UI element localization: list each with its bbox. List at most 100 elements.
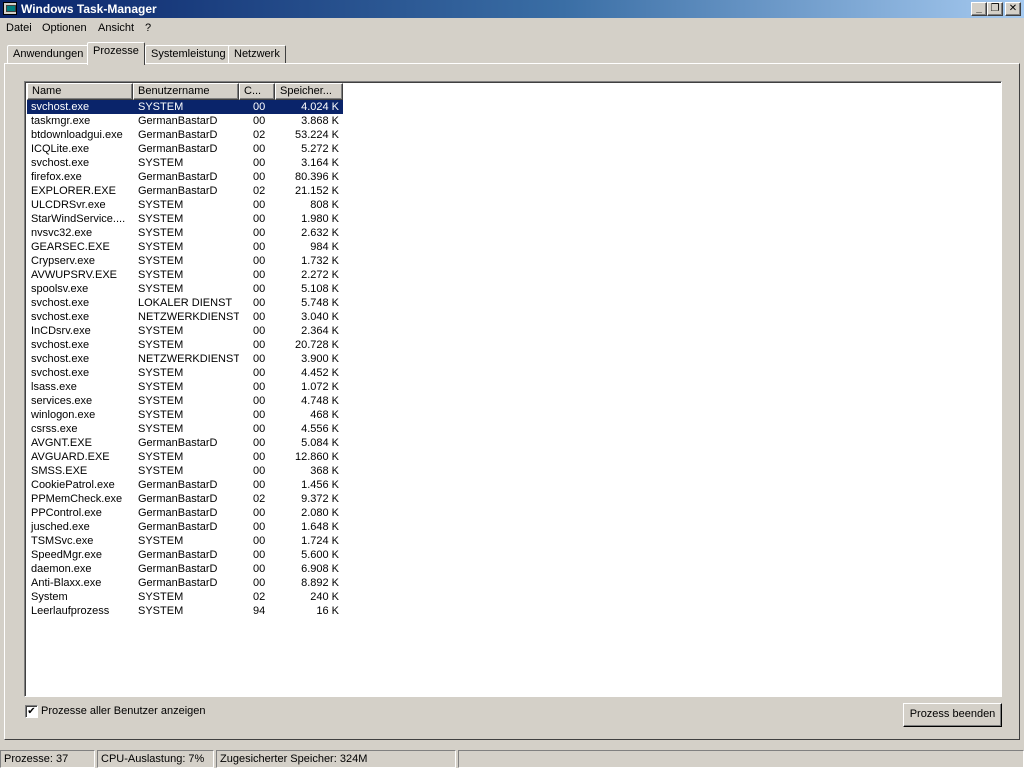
- process-rows: svchost.exe SYSTEM 00 4.024 Ktaskmgr.exe Ger…: [27, 100, 1001, 618]
- process-cpu: 00: [253, 479, 266, 491]
- maximize-button[interactable]: ❐: [987, 2, 1003, 16]
- process-row[interactable]: svchost.exe SYSTEM 00 20.728 K: [27, 338, 1001, 352]
- process-row[interactable]: ULCDRSvr.exe SYSTEM 00 808 K: [27, 198, 1001, 212]
- column-header-cpu[interactable]: C...: [239, 83, 275, 100]
- process-row[interactable]: AVGNT.EXE GermanBastarD 00 5.084 K: [27, 436, 1001, 450]
- process-row[interactable]: nvsvc32.exe SYSTEM 00 2.632 K: [27, 226, 1001, 240]
- process-row[interactable]: firefox.exe GermanBastarD 00 80.396 K: [27, 170, 1001, 184]
- process-cpu: 00: [253, 171, 266, 183]
- process-row[interactable]: AVWUPSRV.EXE SYSTEM 00 2.272 K: [27, 268, 1001, 282]
- process-name: StarWindService....: [31, 213, 126, 225]
- process-row[interactable]: System SYSTEM 02 240 K: [27, 590, 1001, 604]
- show-all-users-checkbox[interactable]: ✔: [25, 705, 38, 718]
- process-row[interactable]: CookiePatrol.exe GermanBastarD 00 1.456 K: [27, 478, 1001, 492]
- process-row[interactable]: svchost.exe NETZWERKDIENST 00 3.040 K: [27, 310, 1001, 324]
- process-cpu: 00: [253, 269, 266, 281]
- process-row[interactable]: btdownloadgui.exe GermanBastarD 02 53.224 K: [27, 128, 1001, 142]
- process-memory: 3.868 K: [301, 115, 339, 127]
- process-row[interactable]: svchost.exe SYSTEM 00 4.024 K: [27, 100, 1001, 114]
- process-row[interactable]: svchost.exe LOKALER DIENST 00 5.748 K: [27, 296, 1001, 310]
- status-process-count: Prozesse: 37: [0, 750, 95, 768]
- process-row[interactable]: ICQLite.exe GermanBastarD 00 5.272 K: [27, 142, 1001, 156]
- process-row[interactable]: SMSS.EXE SYSTEM 00 368 K: [27, 464, 1001, 478]
- process-user: GermanBastarD: [138, 549, 218, 561]
- process-memory: 3.040 K: [301, 311, 339, 323]
- process-cpu: 00: [253, 563, 266, 575]
- end-process-button[interactable]: Prozess beenden: [903, 703, 1002, 727]
- menu-datei[interactable]: Datei: [6, 22, 32, 34]
- tab-netzwerk[interactable]: Netzwerk: [228, 45, 286, 64]
- process-row[interactable]: Crypserv.exe SYSTEM 00 1.732 K: [27, 254, 1001, 268]
- process-cpu: 02: [253, 493, 266, 505]
- process-row[interactable]: csrss.exe SYSTEM 00 4.556 K: [27, 422, 1001, 436]
- process-row[interactable]: svchost.exe NETZWERKDIENST 00 3.900 K: [27, 352, 1001, 366]
- process-memory: 984 K: [310, 241, 339, 253]
- tab-prozesse[interactable]: Prozesse: [87, 42, 145, 65]
- process-name: Anti-Blaxx.exe: [31, 577, 102, 589]
- column-header-user[interactable]: Benutzername: [133, 83, 239, 100]
- process-name: AVGUARD.EXE: [31, 451, 110, 463]
- process-cpu: 00: [253, 297, 266, 309]
- process-cpu: 00: [253, 199, 266, 211]
- process-name: csrss.exe: [31, 423, 78, 435]
- process-user: SYSTEM: [138, 423, 184, 435]
- tab-anwendungen[interactable]: Anwendungen: [7, 45, 90, 64]
- process-row[interactable]: jusched.exe GermanBastarD 00 1.648 K: [27, 520, 1001, 534]
- process-row[interactable]: services.exe SYSTEM 00 4.748 K: [27, 394, 1001, 408]
- process-row[interactable]: lsass.exe SYSTEM 00 1.072 K: [27, 380, 1001, 394]
- process-user: SYSTEM: [138, 199, 184, 211]
- column-header-name[interactable]: Name: [27, 83, 133, 100]
- title-bar[interactable]: Windows Task-Manager _ ❐ ✕: [0, 0, 1024, 18]
- process-row[interactable]: winlogon.exe SYSTEM 00 468 K: [27, 408, 1001, 422]
- status-empty-pane: [458, 750, 1024, 768]
- process-user: SYSTEM: [138, 591, 184, 603]
- process-user: GermanBastarD: [138, 129, 218, 141]
- process-cpu: 02: [253, 129, 266, 141]
- minimize-button[interactable]: _: [971, 2, 987, 16]
- process-row[interactable]: Anti-Blaxx.exe GermanBastarD 00 8.892 K: [27, 576, 1001, 590]
- process-memory: 5.272 K: [301, 143, 339, 155]
- process-row[interactable]: StarWindService.... SYSTEM 00 1.980 K: [27, 212, 1001, 226]
- status-commit-memory: Zugesicherter Speicher: 324M: [216, 750, 456, 768]
- process-user: GermanBastarD: [138, 563, 218, 575]
- process-user: SYSTEM: [138, 269, 184, 281]
- process-memory: 5.600 K: [301, 549, 339, 561]
- process-memory: 21.152 K: [294, 185, 339, 197]
- process-user: SYSTEM: [138, 451, 184, 463]
- tab-systemleistung[interactable]: Systemleistung: [145, 45, 232, 64]
- tab-strip: Anwendungen Prozesse Systemleistung Netz…: [0, 42, 1024, 65]
- menu-help[interactable]: ?: [145, 22, 151, 34]
- process-row[interactable]: taskmgr.exe GermanBastarD 00 3.868 K: [27, 114, 1001, 128]
- process-cpu: 00: [253, 381, 266, 393]
- process-name: svchost.exe: [31, 297, 90, 309]
- process-row[interactable]: PPMemCheck.exe GermanBastarD 02 9.372 K: [27, 492, 1001, 506]
- process-row[interactable]: svchost.exe SYSTEM 00 3.164 K: [27, 156, 1001, 170]
- list-header: Name Benutzername C... Speicher...: [27, 83, 1001, 100]
- process-row[interactable]: Leerlaufprozess SYSTEM 94 16 K: [27, 604, 1001, 618]
- process-cpu: 00: [253, 157, 266, 169]
- process-cpu: 00: [253, 521, 266, 533]
- close-button[interactable]: ✕: [1005, 2, 1021, 16]
- process-name: ULCDRSvr.exe: [31, 199, 106, 211]
- process-row[interactable]: InCDsrv.exe SYSTEM 00 2.364 K: [27, 324, 1001, 338]
- process-row[interactable]: SpeedMgr.exe GermanBastarD 00 5.600 K: [27, 548, 1001, 562]
- menu-optionen[interactable]: Optionen: [42, 22, 87, 34]
- process-name: taskmgr.exe: [31, 115, 91, 127]
- process-row[interactable]: TSMSvc.exe SYSTEM 00 1.724 K: [27, 534, 1001, 548]
- process-user: NETZWERKDIENST: [138, 353, 239, 365]
- menu-ansicht[interactable]: Ansicht: [98, 22, 134, 34]
- process-user: SYSTEM: [138, 339, 184, 351]
- process-row[interactable]: daemon.exe GermanBastarD 00 6.908 K: [27, 562, 1001, 576]
- process-list[interactable]: Name Benutzername C... Speicher... svcho…: [24, 81, 1002, 697]
- column-header-memory[interactable]: Speicher...: [275, 83, 343, 100]
- process-row[interactable]: EXPLORER.EXE GermanBastarD 02 21.152 K: [27, 184, 1001, 198]
- process-cpu: 00: [253, 465, 266, 477]
- process-row[interactable]: spoolsv.exe SYSTEM 00 5.108 K: [27, 282, 1001, 296]
- process-row[interactable]: svchost.exe SYSTEM 00 4.452 K: [27, 366, 1001, 380]
- process-user: GermanBastarD: [138, 577, 218, 589]
- process-cpu: 00: [253, 367, 266, 379]
- process-row[interactable]: PPControl.exe GermanBastarD 00 2.080 K: [27, 506, 1001, 520]
- process-row[interactable]: GEARSEC.EXE SYSTEM 00 984 K: [27, 240, 1001, 254]
- process-cpu: 00: [253, 535, 266, 547]
- process-row[interactable]: AVGUARD.EXE SYSTEM 00 12.860 K: [27, 450, 1001, 464]
